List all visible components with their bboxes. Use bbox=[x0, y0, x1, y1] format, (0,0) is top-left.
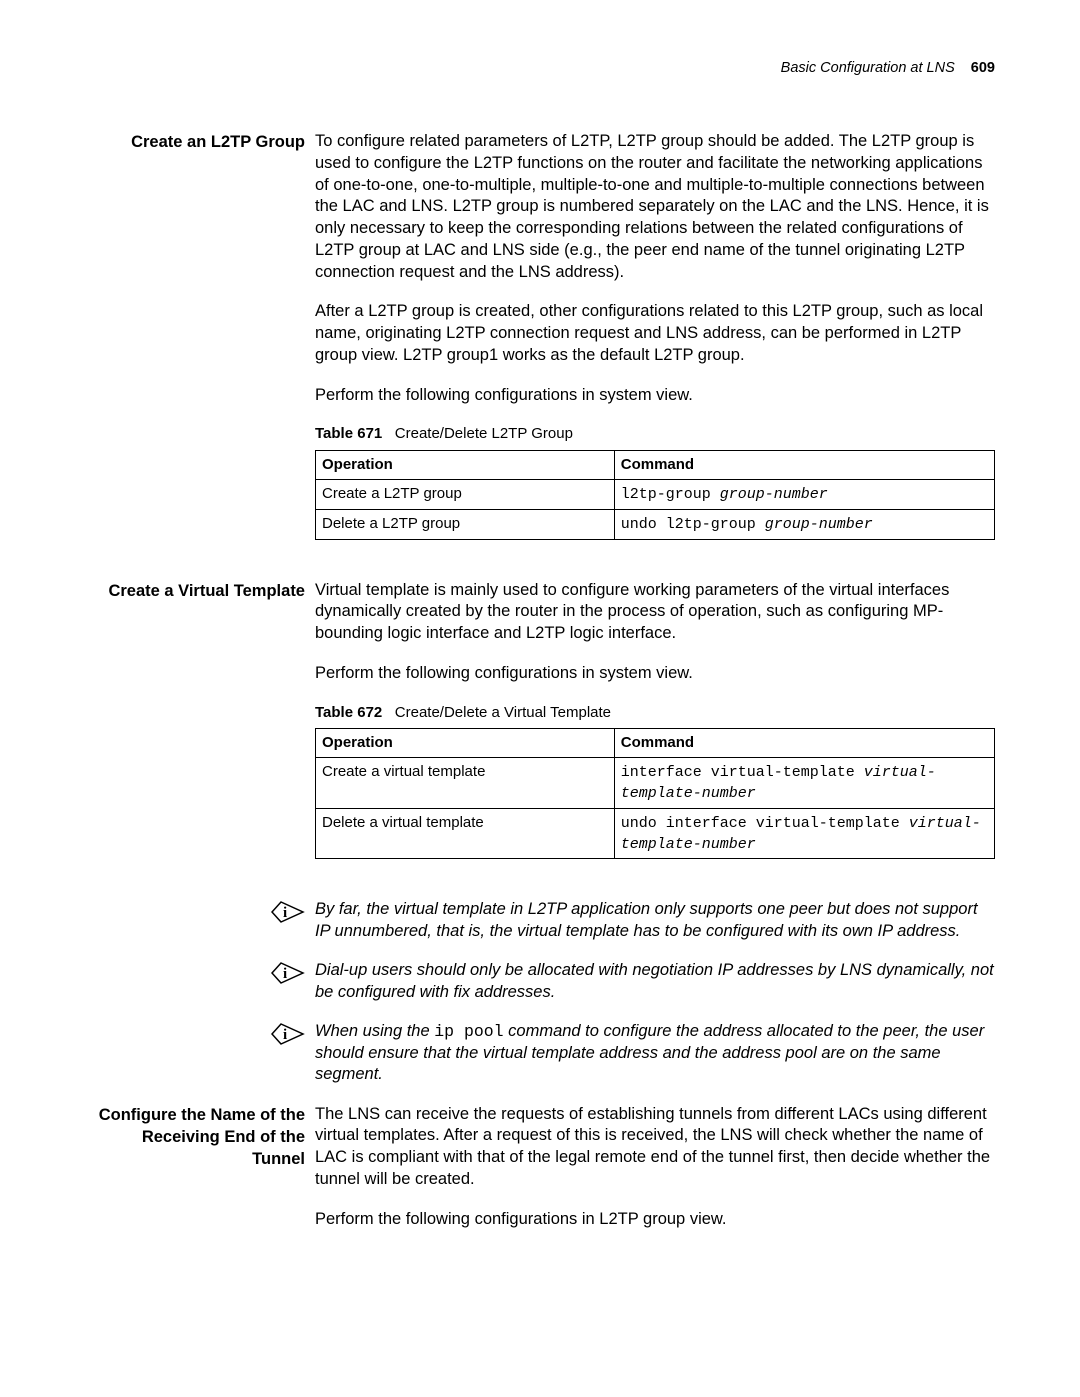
paragraph: After a L2TP group is created, other con… bbox=[315, 301, 995, 366]
table-title: Create/Delete L2TP Group bbox=[395, 425, 573, 442]
svg-text:i: i bbox=[283, 966, 287, 982]
table-virtual-template: Operation Command Create a virtual templ… bbox=[315, 728, 995, 859]
table-row: Create a L2TP group l2tp-group group-num… bbox=[316, 480, 995, 510]
paragraph: Perform the following configurations in … bbox=[315, 385, 995, 407]
cell-command: undo l2tp-group group-number bbox=[614, 509, 994, 539]
info-icon: i bbox=[271, 899, 305, 925]
cell-operation: Delete a virtual template bbox=[316, 808, 615, 859]
table-row: Delete a virtual template undo interface… bbox=[316, 808, 995, 859]
header-page-number: 609 bbox=[971, 60, 995, 76]
cell-operation: Delete a L2TP group bbox=[316, 509, 615, 539]
cell-command: undo interface virtual-template virtual-… bbox=[614, 808, 994, 859]
section-heading-receiving-end: Configure the Name of the Receiving End … bbox=[95, 1104, 315, 1171]
section-heading-virtual-template: Create a Virtual Template bbox=[95, 580, 315, 602]
table-header-command: Command bbox=[614, 451, 994, 480]
svg-text:i: i bbox=[283, 1027, 287, 1043]
note-text: Dial-up users should only be allocated w… bbox=[315, 960, 995, 1003]
cell-command: l2tp-group group-number bbox=[614, 480, 994, 510]
paragraph: Perform the following configurations in … bbox=[315, 663, 995, 685]
info-icon: i bbox=[271, 1021, 305, 1047]
note-text: When using the ip pool command to config… bbox=[315, 1021, 995, 1085]
note-text: By far, the virtual template in L2TP app… bbox=[315, 899, 995, 942]
running-header: Basic Configuration at LNS 609 bbox=[95, 60, 995, 76]
section-heading-l2tp-group: Create an L2TP Group bbox=[95, 131, 315, 153]
table-caption: Table 672 Create/Delete a Virtual Templa… bbox=[315, 703, 995, 723]
table-number: Table 672 bbox=[315, 704, 382, 721]
cell-operation: Create a L2TP group bbox=[316, 480, 615, 510]
table-title: Create/Delete a Virtual Template bbox=[395, 704, 611, 721]
cell-operation: Create a virtual template bbox=[316, 758, 615, 809]
table-caption: Table 671 Create/Delete L2TP Group bbox=[315, 424, 995, 444]
table-row: Delete a L2TP group undo l2tp-group grou… bbox=[316, 509, 995, 539]
header-section: Basic Configuration at LNS bbox=[781, 60, 955, 76]
paragraph: To configure related parameters of L2TP,… bbox=[315, 131, 995, 283]
table-l2tp-group: Operation Command Create a L2TP group l2… bbox=[315, 450, 995, 539]
paragraph: Perform the following configurations in … bbox=[315, 1209, 995, 1231]
table-header-operation: Operation bbox=[316, 451, 615, 480]
cell-command: interface virtual-template virtual-templ… bbox=[614, 758, 994, 809]
table-number: Table 671 bbox=[315, 425, 382, 442]
info-icon: i bbox=[271, 960, 305, 986]
table-header-command: Command bbox=[614, 729, 994, 758]
table-header-operation: Operation bbox=[316, 729, 615, 758]
paragraph: Virtual template is mainly used to confi… bbox=[315, 580, 995, 645]
table-row: Create a virtual template interface virt… bbox=[316, 758, 995, 809]
paragraph: The LNS can receive the requests of esta… bbox=[315, 1104, 995, 1191]
svg-text:i: i bbox=[283, 905, 287, 921]
